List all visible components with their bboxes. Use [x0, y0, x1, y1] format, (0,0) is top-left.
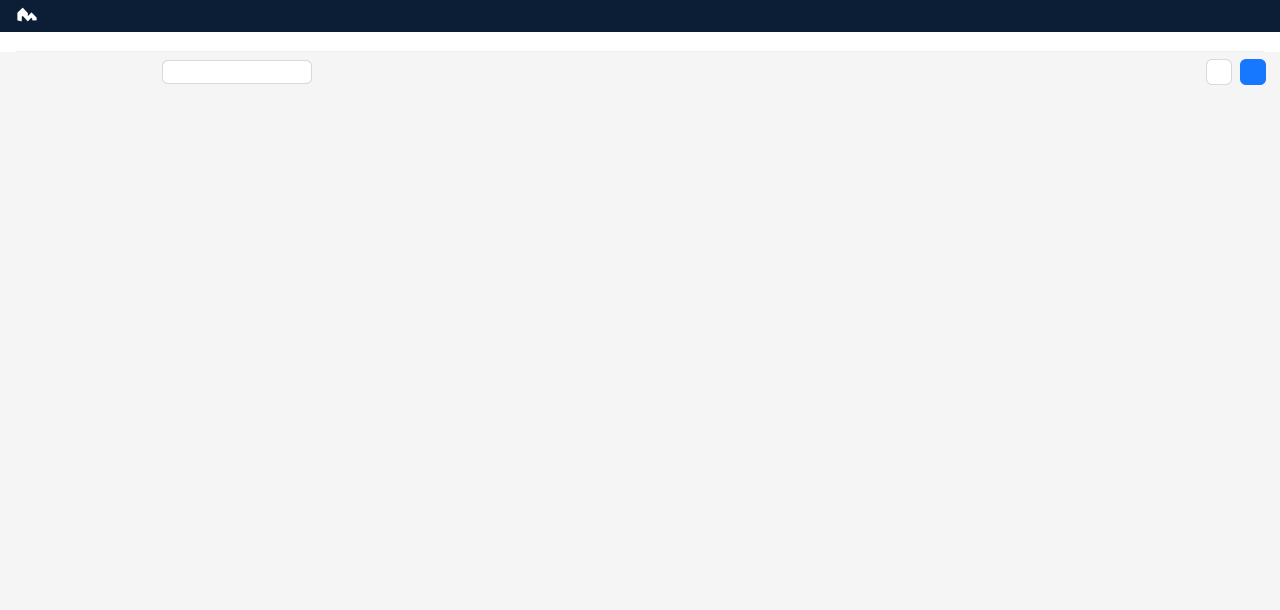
filter-toolbar [162, 58, 1266, 86]
nocobase-logo[interactable] [16, 6, 52, 27]
category-sidebar [0, 52, 162, 94]
nocobase-logo-icon [16, 6, 38, 27]
toolbar-actions [1206, 59, 1266, 85]
bulk-activate-button[interactable] [1206, 59, 1232, 85]
content-area [0, 52, 1280, 94]
plugin-main-panel [162, 52, 1280, 92]
top-navbar [0, 0, 1280, 32]
plugin-search-input[interactable] [162, 60, 312, 84]
page-header [0, 32, 1280, 52]
add-update-button[interactable] [1240, 59, 1266, 85]
